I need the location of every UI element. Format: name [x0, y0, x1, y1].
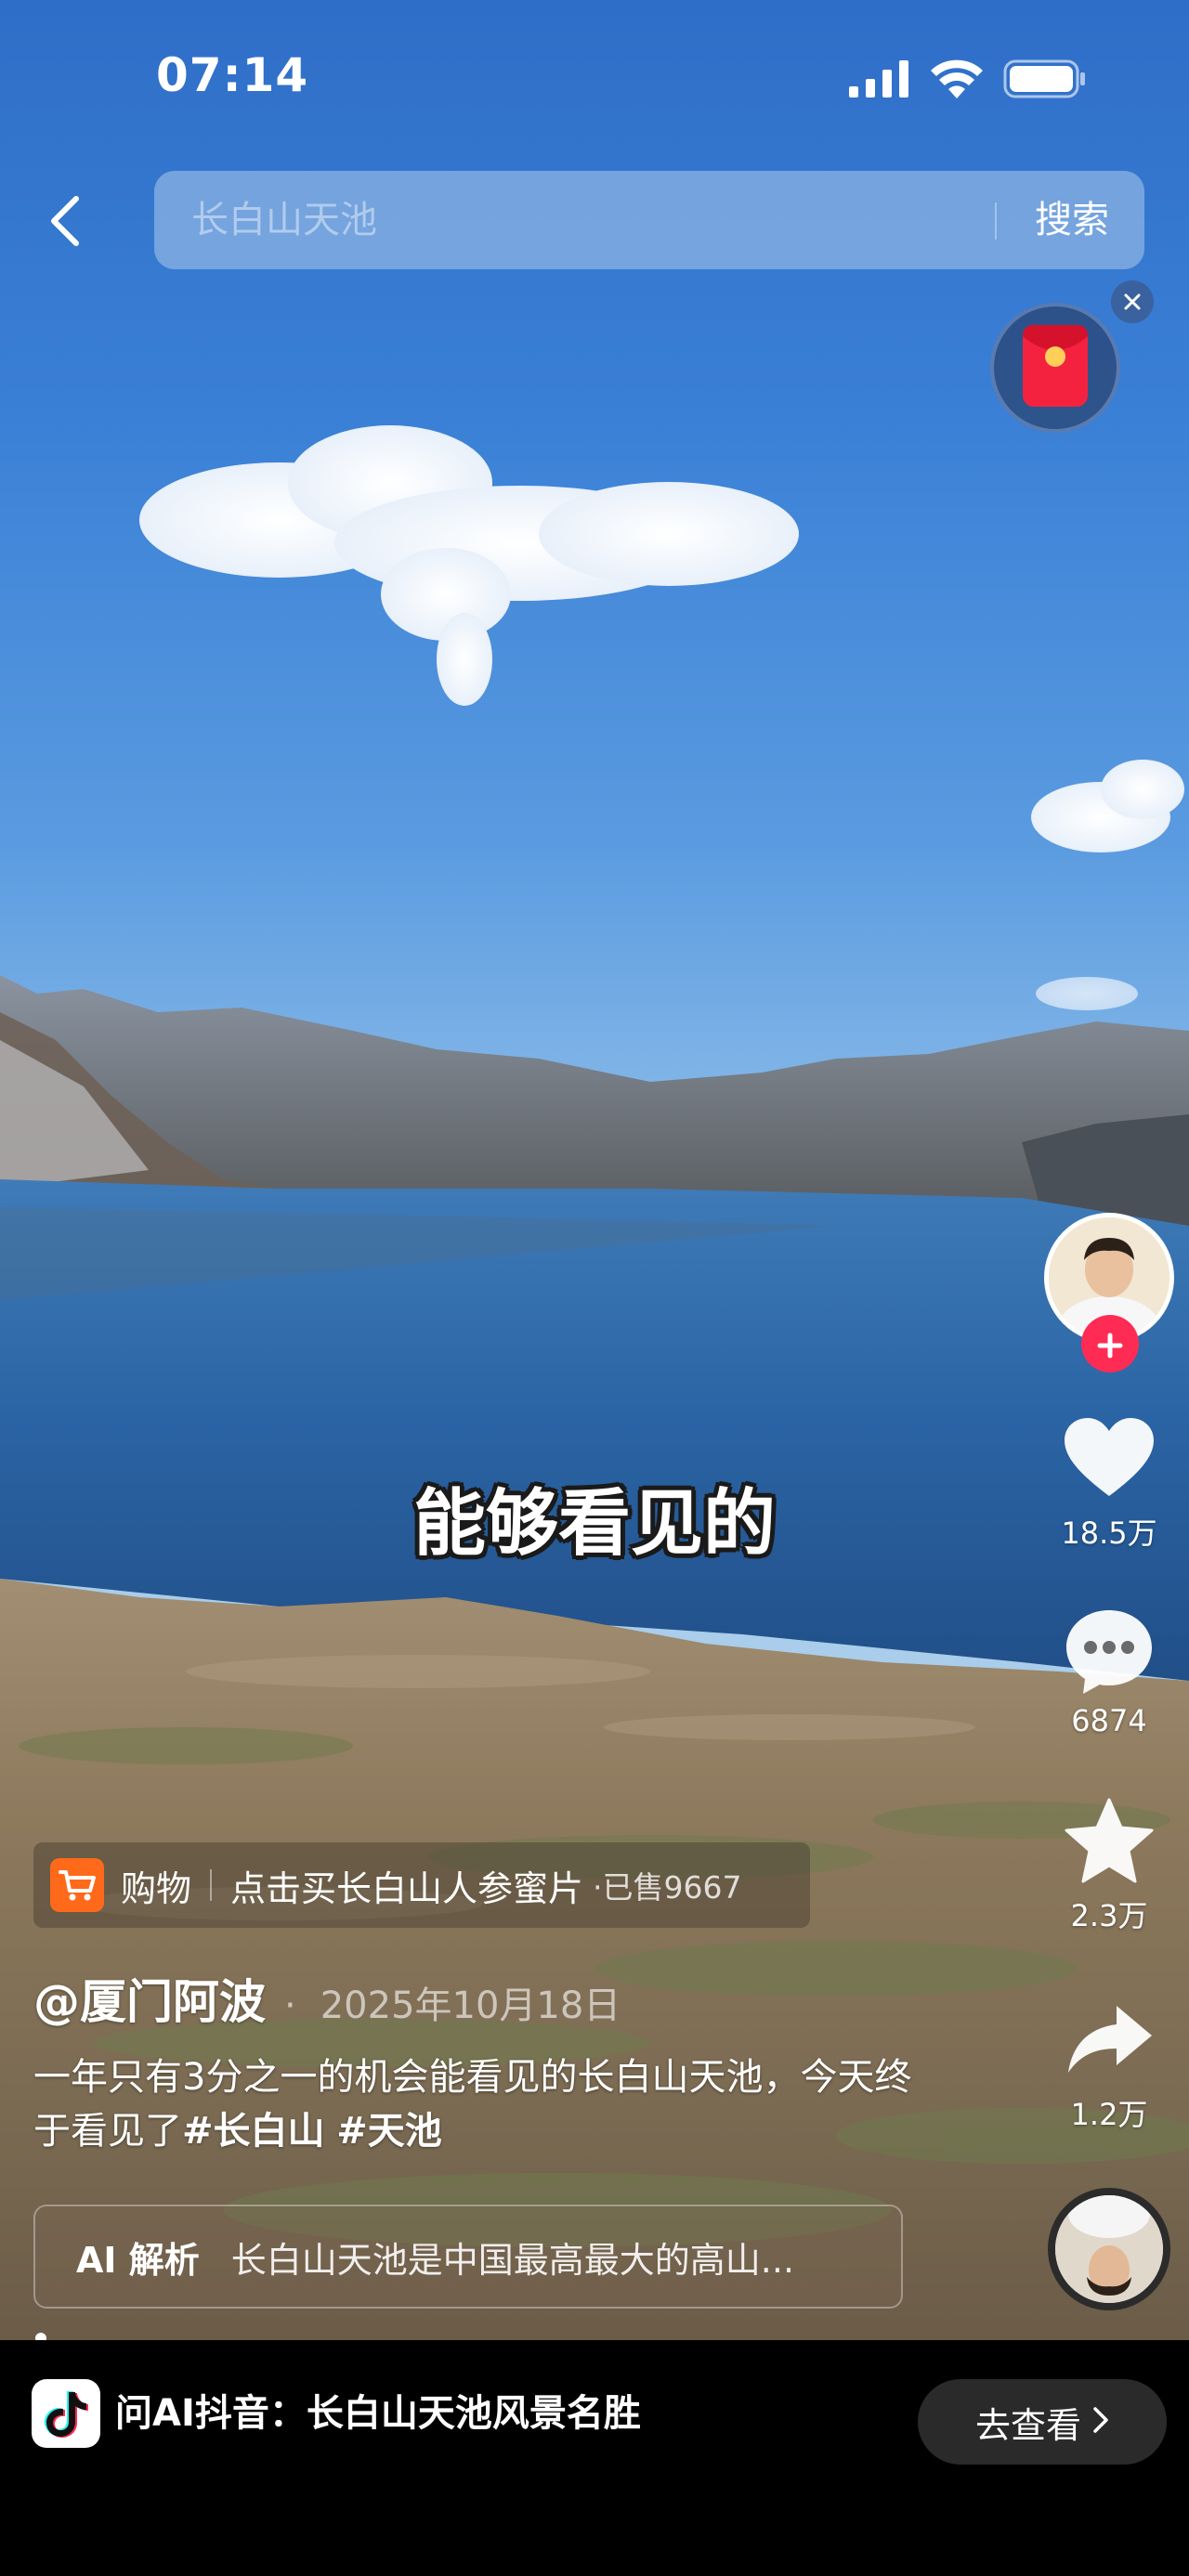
plus-icon: [1097, 1321, 1123, 1366]
video-subtitle: 能够看见的: [412, 1481, 776, 1566]
hashtag-link[interactable]: #长白山: [182, 2110, 325, 2153]
video-description: 一年只有3分之一的机会能看见的长白山天池，今天终于看见了#长白山 #天池: [33, 2050, 925, 2158]
close-icon: [1123, 286, 1142, 319]
like-button[interactable]: 18.5万: [1044, 1412, 1174, 1553]
ai-ask-text[interactable]: 问AI抖音：长白山天池风景名胜: [115, 2387, 641, 2440]
shop-label: 购物: [121, 1867, 192, 1909]
comment-count: 6874: [1071, 1703, 1147, 1738]
search-input[interactable]: [191, 171, 990, 269]
share-count: 1.2万: [1070, 2097, 1148, 2132]
share-arrow-icon: [1044, 1993, 1174, 2086]
favorite-count: 2.3万: [1070, 1898, 1148, 1933]
status-time: 07:14: [156, 48, 309, 102]
battery-icon: [1003, 59, 1087, 102]
ai-summary-label: AI 解析: [76, 2239, 200, 2281]
red-packet-close-button[interactable]: [1111, 280, 1154, 323]
chevron-right-icon: [1092, 2401, 1109, 2442]
go-view-label: 去查看: [974, 2404, 1081, 2446]
author-name[interactable]: @厦门阿波: [33, 1965, 266, 2032]
heart-icon: [1044, 1412, 1174, 1504]
author-separator: ·: [284, 1984, 296, 2027]
share-button[interactable]: 1.2万: [1044, 1993, 1174, 2134]
status-icons: [849, 59, 1087, 102]
shop-divider: [210, 1869, 213, 1901]
shopping-tag[interactable]: 购物 点击买长白山人参蜜片 ·已售9667: [33, 1842, 810, 1928]
wifi-icon: [931, 59, 983, 102]
go-view-button[interactable]: 去查看: [918, 2379, 1167, 2465]
star-icon: [1044, 1794, 1174, 1887]
bottom-ai-bar[interactable]: 问AI抖音：长白山天池风景名胜 去查看: [0, 2340, 1189, 2576]
status-bar: 07:14: [0, 0, 1189, 158]
music-disc[interactable]: [1048, 2188, 1170, 2310]
shop-sold-count: ·已售9667: [593, 1869, 742, 1906]
search-button[interactable]: 搜索: [1035, 171, 1109, 269]
author-avatar-group[interactable]: [1044, 1213, 1174, 1373]
author-row: @厦门阿波 · 2025年10月18日: [33, 1965, 621, 2032]
follow-button[interactable]: [1081, 1315, 1139, 1373]
chevron-left-icon: [46, 193, 84, 253]
red-envelope-icon: [1021, 323, 1090, 412]
ai-summary-box[interactable]: AI 解析 长白山天池是中国最高最大的高山...: [33, 2205, 903, 2309]
search-bar[interactable]: 搜索: [154, 171, 1144, 269]
post-date: 2025年10月18日: [320, 1984, 621, 2027]
comment-icon: [1044, 1605, 1174, 1698]
search-divider: [995, 202, 997, 240]
favorite-button[interactable]: 2.3万: [1044, 1794, 1174, 1935]
douyin-logo-icon: [32, 2379, 100, 2448]
ai-summary-text: 长白山天池是中国最高最大的高山...: [230, 2239, 795, 2281]
like-count: 18.5万: [1061, 1516, 1157, 1551]
comment-button[interactable]: 6874: [1044, 1605, 1174, 1738]
description-text: 一年只有3分之一的机会能看见的长白山天池，今天终于看见了: [33, 2056, 912, 2153]
cellular-signal-icon: [849, 60, 910, 101]
shopping-cart-icon: [50, 1858, 104, 1912]
hashtag-link[interactable]: #天池: [336, 2110, 442, 2153]
back-button[interactable]: [37, 186, 93, 260]
red-packet-button[interactable]: [990, 303, 1120, 433]
shop-product-text: 点击买长白山人参蜜片: [230, 1867, 584, 1909]
